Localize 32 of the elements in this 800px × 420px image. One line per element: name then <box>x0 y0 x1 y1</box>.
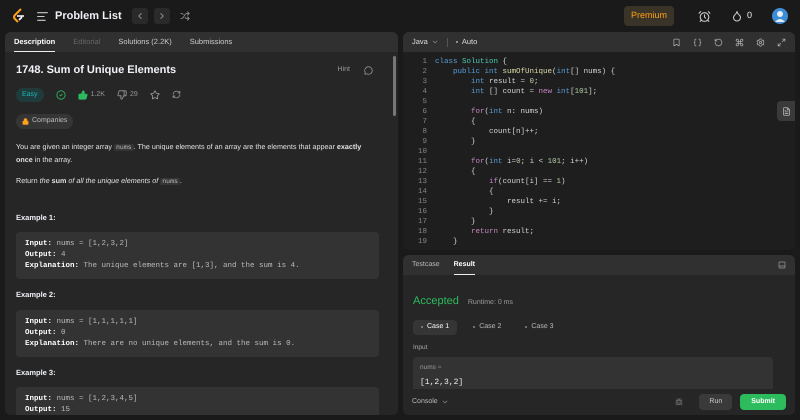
settings-icon[interactable] <box>756 38 765 46</box>
panel-icon[interactable] <box>778 261 786 269</box>
braces-icon[interactable] <box>693 38 702 46</box>
star-icon[interactable] <box>150 90 160 100</box>
command-icon[interactable] <box>735 38 744 46</box>
previous-button[interactable] <box>132 8 148 24</box>
thumbs-up-icon[interactable] <box>78 90 88 100</box>
problem-title: 1748. Sum of Unique Elements <box>16 63 178 78</box>
drop-icon[interactable] <box>730 10 743 22</box>
caret-icon <box>440 398 449 406</box>
refresh-icon[interactable] <box>172 90 181 100</box>
next-button[interactable] <box>154 8 170 24</box>
expand-icon[interactable] <box>777 38 786 46</box>
thumbs-down-icon[interactable] <box>116 90 127 100</box>
lock-icon <box>22 118 29 125</box>
premium-button[interactable]: Premium <box>624 6 674 26</box>
parameter-value: [1,2,3,2] <box>420 377 464 389</box>
undo-icon[interactable] <box>714 38 723 46</box>
file-icon <box>782 106 790 116</box>
avatar[interactable] <box>772 8 788 24</box>
comment-icon[interactable] <box>364 66 373 75</box>
notes-button[interactable] <box>777 101 795 121</box>
shuffle-icon[interactable] <box>180 11 190 21</box>
bookmark-icon[interactable] <box>672 38 681 46</box>
list-icon[interactable] <box>36 10 49 22</box>
streak-count: 0 <box>746 9 752 22</box>
bug-icon[interactable] <box>675 398 684 406</box>
status-text: Accepted <box>413 294 459 309</box>
alarm-clock-icon[interactable] <box>698 10 711 22</box>
caret-icon <box>430 38 439 46</box>
logo-icon[interactable] <box>12 8 26 24</box>
problem-list-link[interactable]: Problem List <box>55 8 122 24</box>
